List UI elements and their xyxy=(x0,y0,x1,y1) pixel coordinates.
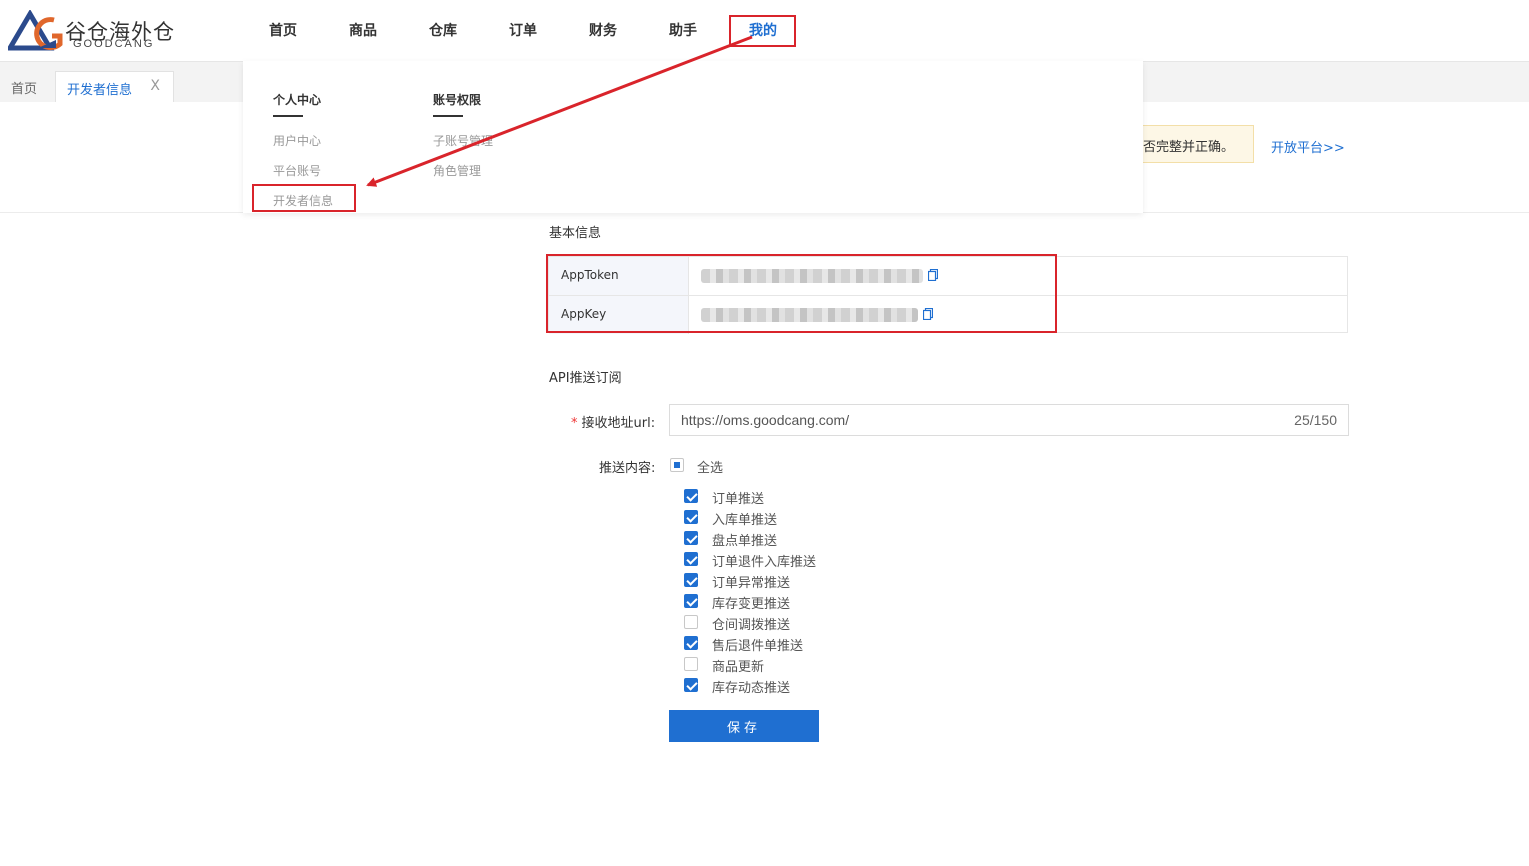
logo-text-en: GOODCANG xyxy=(73,38,155,50)
dropdown-title-permissions: 账号权限 xyxy=(433,93,482,107)
callback-url-value: https://oms.goodcang.com/ xyxy=(681,412,850,428)
url-label: * 接收地址url: xyxy=(571,412,655,431)
char-counter: 25/150 xyxy=(1294,412,1337,428)
tab-developer-info-label: 开发者信息 xyxy=(67,83,133,98)
close-icon[interactable]: X xyxy=(150,78,160,94)
menu-item-role-management[interactable]: 角色管理 xyxy=(433,162,481,179)
developer-info-highlight xyxy=(252,184,356,212)
credentials-highlight xyxy=(546,254,1057,333)
push-option-label: 入库单推送 xyxy=(712,513,778,528)
dropdown-title-underline xyxy=(273,115,303,117)
push-content-label: 推送内容: xyxy=(599,461,656,476)
callback-url-input[interactable]: https://oms.goodcang.com/ 25/150 xyxy=(669,404,1349,436)
push-option-label: 售后退件单推送 xyxy=(712,639,804,654)
push-option-label: 订单退件入库推送 xyxy=(712,555,817,570)
menu-item-sub-accounts[interactable]: 子账号管理 xyxy=(433,132,493,149)
notice-text: 否完整并正确。 xyxy=(1143,140,1235,155)
nav-products[interactable]: 商品 xyxy=(349,20,377,40)
open-platform-link[interactable]: 开放平台>> xyxy=(1271,137,1345,156)
nav-finance[interactable]: 财务 xyxy=(589,20,617,40)
push-option-checkbox[interactable] xyxy=(684,657,698,671)
push-option-checkbox[interactable] xyxy=(684,531,698,545)
required-marker: * xyxy=(571,416,578,431)
menu-item-platform-account[interactable]: 平台账号 xyxy=(273,162,321,179)
url-label-text: 接收地址url: xyxy=(581,416,656,431)
notice-banner: 否完整并正确。 xyxy=(1131,125,1254,163)
tab-developer-info[interactable]: 开发者信息 X xyxy=(55,71,174,102)
nav-mine-highlight xyxy=(729,15,796,47)
select-all-checkbox[interactable] xyxy=(670,458,684,472)
push-option-checkbox[interactable] xyxy=(684,489,698,503)
basic-info-title: 基本信息 xyxy=(549,226,602,241)
push-option-checkbox[interactable] xyxy=(684,510,698,524)
dropdown-title-personal: 个人中心 xyxy=(273,93,322,107)
push-option-label: 商品更新 xyxy=(712,660,765,675)
push-option-label: 库存动态推送 xyxy=(712,681,791,696)
push-option-checkbox[interactable] xyxy=(684,552,698,566)
push-option-label: 库存变更推送 xyxy=(712,597,791,612)
push-option-label: 盘点单推送 xyxy=(712,534,778,549)
push-option-checkbox[interactable] xyxy=(684,615,698,629)
top-header: 谷仓海外仓 GOODCANG 首页 商品 仓库 订单 财务 助手 我的 xyxy=(0,0,1529,60)
save-button[interactable]: 保存 xyxy=(669,710,819,742)
tab-home-label: 首页 xyxy=(11,82,38,97)
push-option-label: 订单异常推送 xyxy=(712,576,791,591)
push-option-checkbox[interactable] xyxy=(684,573,698,587)
push-option-checkbox[interactable] xyxy=(684,636,698,650)
api-subscription-title: API推送订阅 xyxy=(549,371,622,386)
push-option-label: 仓间调拨推送 xyxy=(712,618,791,633)
menu-item-user-center[interactable]: 用户中心 xyxy=(273,132,321,149)
tab-home[interactable]: 首页 xyxy=(0,71,48,102)
nav-home[interactable]: 首页 xyxy=(269,20,297,40)
push-option-checkbox[interactable] xyxy=(684,678,698,692)
dropdown-title-underline xyxy=(433,115,463,117)
push-option-label: 订单推送 xyxy=(712,492,765,507)
select-all-label: 全选 xyxy=(697,461,724,476)
push-option-checkbox[interactable] xyxy=(684,594,698,608)
nav-orders[interactable]: 订单 xyxy=(509,20,537,40)
nav-assistant[interactable]: 助手 xyxy=(669,20,697,40)
mine-dropdown-menu: 个人中心 用户中心 平台账号 开发者信息 账号权限 子账号管理 角色管理 xyxy=(243,61,1143,213)
nav-warehouse[interactable]: 仓库 xyxy=(429,20,457,40)
